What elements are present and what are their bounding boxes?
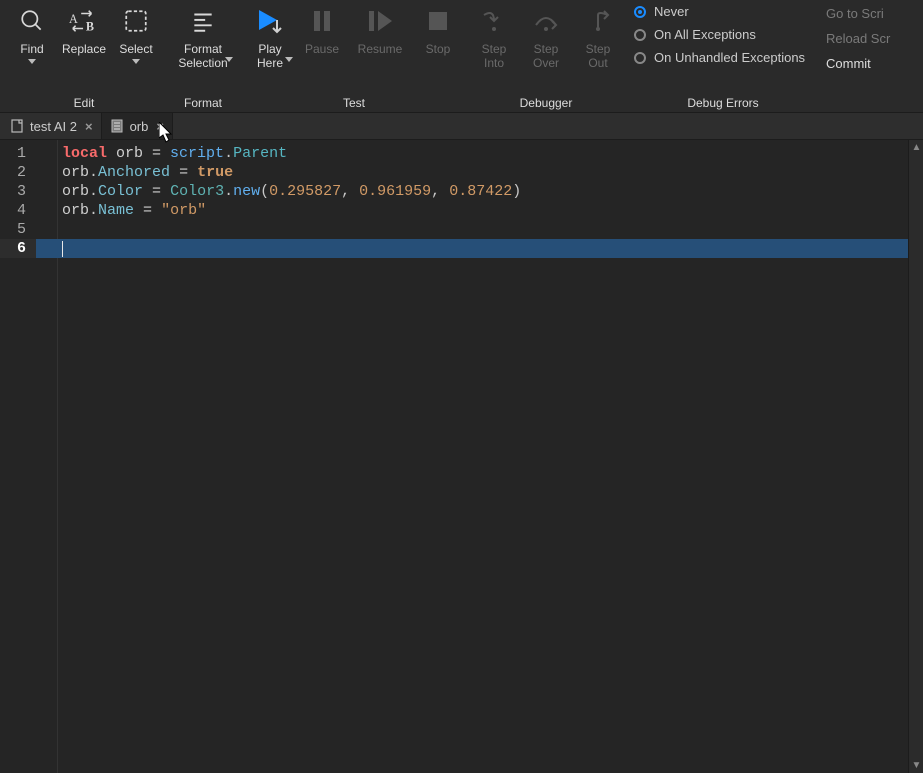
text-caret xyxy=(62,241,63,257)
line-number: 3 xyxy=(0,182,36,201)
tab-orb[interactable]: orb × xyxy=(102,113,173,139)
radio-icon xyxy=(634,29,646,41)
ribbon-toolbar: Find A B Replace Select xyxy=(0,0,923,112)
tab-label: test AI 2 xyxy=(30,119,77,134)
group-label-edit: Edit xyxy=(74,96,95,112)
select-label: Select xyxy=(119,42,152,56)
chevron-down-icon xyxy=(285,57,293,62)
radio-on-all[interactable]: On All Exceptions xyxy=(634,27,812,42)
group-label-test: Test xyxy=(343,96,365,112)
select-button[interactable]: Select xyxy=(110,2,162,66)
select-icon xyxy=(120,4,152,38)
code-line: local orb = script.Parent xyxy=(62,144,923,163)
group-label-debugger: Debugger xyxy=(520,96,573,112)
find-button[interactable]: Find xyxy=(6,2,58,66)
step-out-label: Step Out xyxy=(586,42,611,71)
close-icon[interactable]: × xyxy=(85,119,93,134)
code-line xyxy=(62,239,923,258)
commit-button[interactable]: Commit xyxy=(826,56,890,71)
tab-test-ai-2[interactable]: test AI 2 × xyxy=(2,113,102,139)
scroll-up-icon[interactable]: ▲ xyxy=(909,140,923,155)
stop-icon xyxy=(422,4,454,38)
radio-never-label: Never xyxy=(654,4,689,19)
code-line: orb.Anchored = true xyxy=(62,163,923,182)
code-line: orb.Name = "orb" xyxy=(62,201,923,220)
play-here-button[interactable]: Play Here xyxy=(244,2,296,64)
step-over-icon xyxy=(530,4,562,38)
step-out-button[interactable]: Step Out xyxy=(572,2,624,73)
svg-text:B: B xyxy=(86,19,94,33)
goto-script-button[interactable]: Go to Scri xyxy=(826,6,890,21)
radio-icon xyxy=(634,52,646,64)
close-icon[interactable]: × xyxy=(156,119,164,134)
resume-label: Resume xyxy=(358,42,403,56)
pause-icon xyxy=(306,4,338,38)
play-icon xyxy=(254,4,286,38)
group-label-debug-errors: Debug Errors xyxy=(687,96,758,112)
code-line xyxy=(62,220,923,239)
group-debug-errors: Never On All Exceptions On Unhandled Exc… xyxy=(626,2,820,112)
svg-text:A: A xyxy=(69,12,78,26)
pause-button[interactable]: Pause xyxy=(296,2,348,58)
right-actions: Go to Scri Reload Scr Commit xyxy=(820,2,890,71)
stop-button[interactable]: Stop xyxy=(412,2,464,58)
script-icon xyxy=(10,119,24,133)
line-number: 1 xyxy=(0,144,36,163)
reload-script-button[interactable]: Reload Scr xyxy=(826,31,890,46)
radio-never[interactable]: Never xyxy=(634,4,812,19)
replace-icon: A B xyxy=(68,4,100,38)
radio-on-all-label: On All Exceptions xyxy=(654,27,756,42)
group-debugger: Step Into Step Over Step Out Debugger xyxy=(466,2,626,112)
group-test: Play Here Pause Resume Stop xyxy=(242,2,466,112)
resume-icon xyxy=(364,4,396,38)
step-over-button[interactable]: Step Over xyxy=(520,2,572,73)
line-number: 4 xyxy=(0,201,36,220)
play-here-label: Play Here xyxy=(257,42,283,71)
script-tabs-bar: test AI 2 × orb × xyxy=(0,112,923,140)
stop-label: Stop xyxy=(426,42,451,56)
format-icon xyxy=(187,4,219,38)
step-into-icon xyxy=(478,4,510,38)
find-label: Find xyxy=(20,42,43,56)
chevron-down-icon xyxy=(132,59,140,64)
search-icon xyxy=(16,4,48,38)
replace-label: Replace xyxy=(62,42,106,56)
step-into-button[interactable]: Step Into xyxy=(468,2,520,73)
vertical-scrollbar[interactable]: ▲ ▼ xyxy=(908,140,923,773)
step-into-label: Step Into xyxy=(482,42,507,71)
line-number: 5 xyxy=(0,220,36,239)
group-format: Format Selection Format xyxy=(164,2,242,112)
line-number: 6 xyxy=(0,239,36,258)
replace-button[interactable]: A B Replace xyxy=(58,2,110,58)
resume-button[interactable]: Resume xyxy=(348,2,412,58)
format-selection-button[interactable]: Format Selection xyxy=(166,2,240,64)
step-out-icon xyxy=(582,4,614,38)
radio-on-unhandled-label: On Unhandled Exceptions xyxy=(654,50,805,65)
chevron-down-icon xyxy=(28,59,36,64)
step-over-label: Step Over xyxy=(533,42,559,71)
scroll-down-icon[interactable]: ▼ xyxy=(909,758,923,773)
format-selection-label: Format Selection xyxy=(178,42,227,71)
tab-label: orb xyxy=(130,119,149,134)
line-gutter: 1 2 3 4 5 6 xyxy=(0,140,36,773)
code-line: orb.Color = Color3.new(0.295827, 0.96195… xyxy=(62,182,923,201)
line-number: 2 xyxy=(0,163,36,182)
group-edit: Find A B Replace Select xyxy=(4,2,164,112)
radio-on-unhandled[interactable]: On Unhandled Exceptions xyxy=(634,50,812,65)
code-editor[interactable]: 1 2 3 4 5 6 local orb = script.Parent or… xyxy=(0,140,923,773)
radio-icon xyxy=(634,6,646,18)
group-label-format: Format xyxy=(184,96,222,112)
chevron-down-icon xyxy=(225,57,233,62)
script-icon xyxy=(110,119,124,133)
code-area[interactable]: local orb = script.Parent orb.Anchored =… xyxy=(36,140,923,773)
pause-label: Pause xyxy=(305,42,339,56)
